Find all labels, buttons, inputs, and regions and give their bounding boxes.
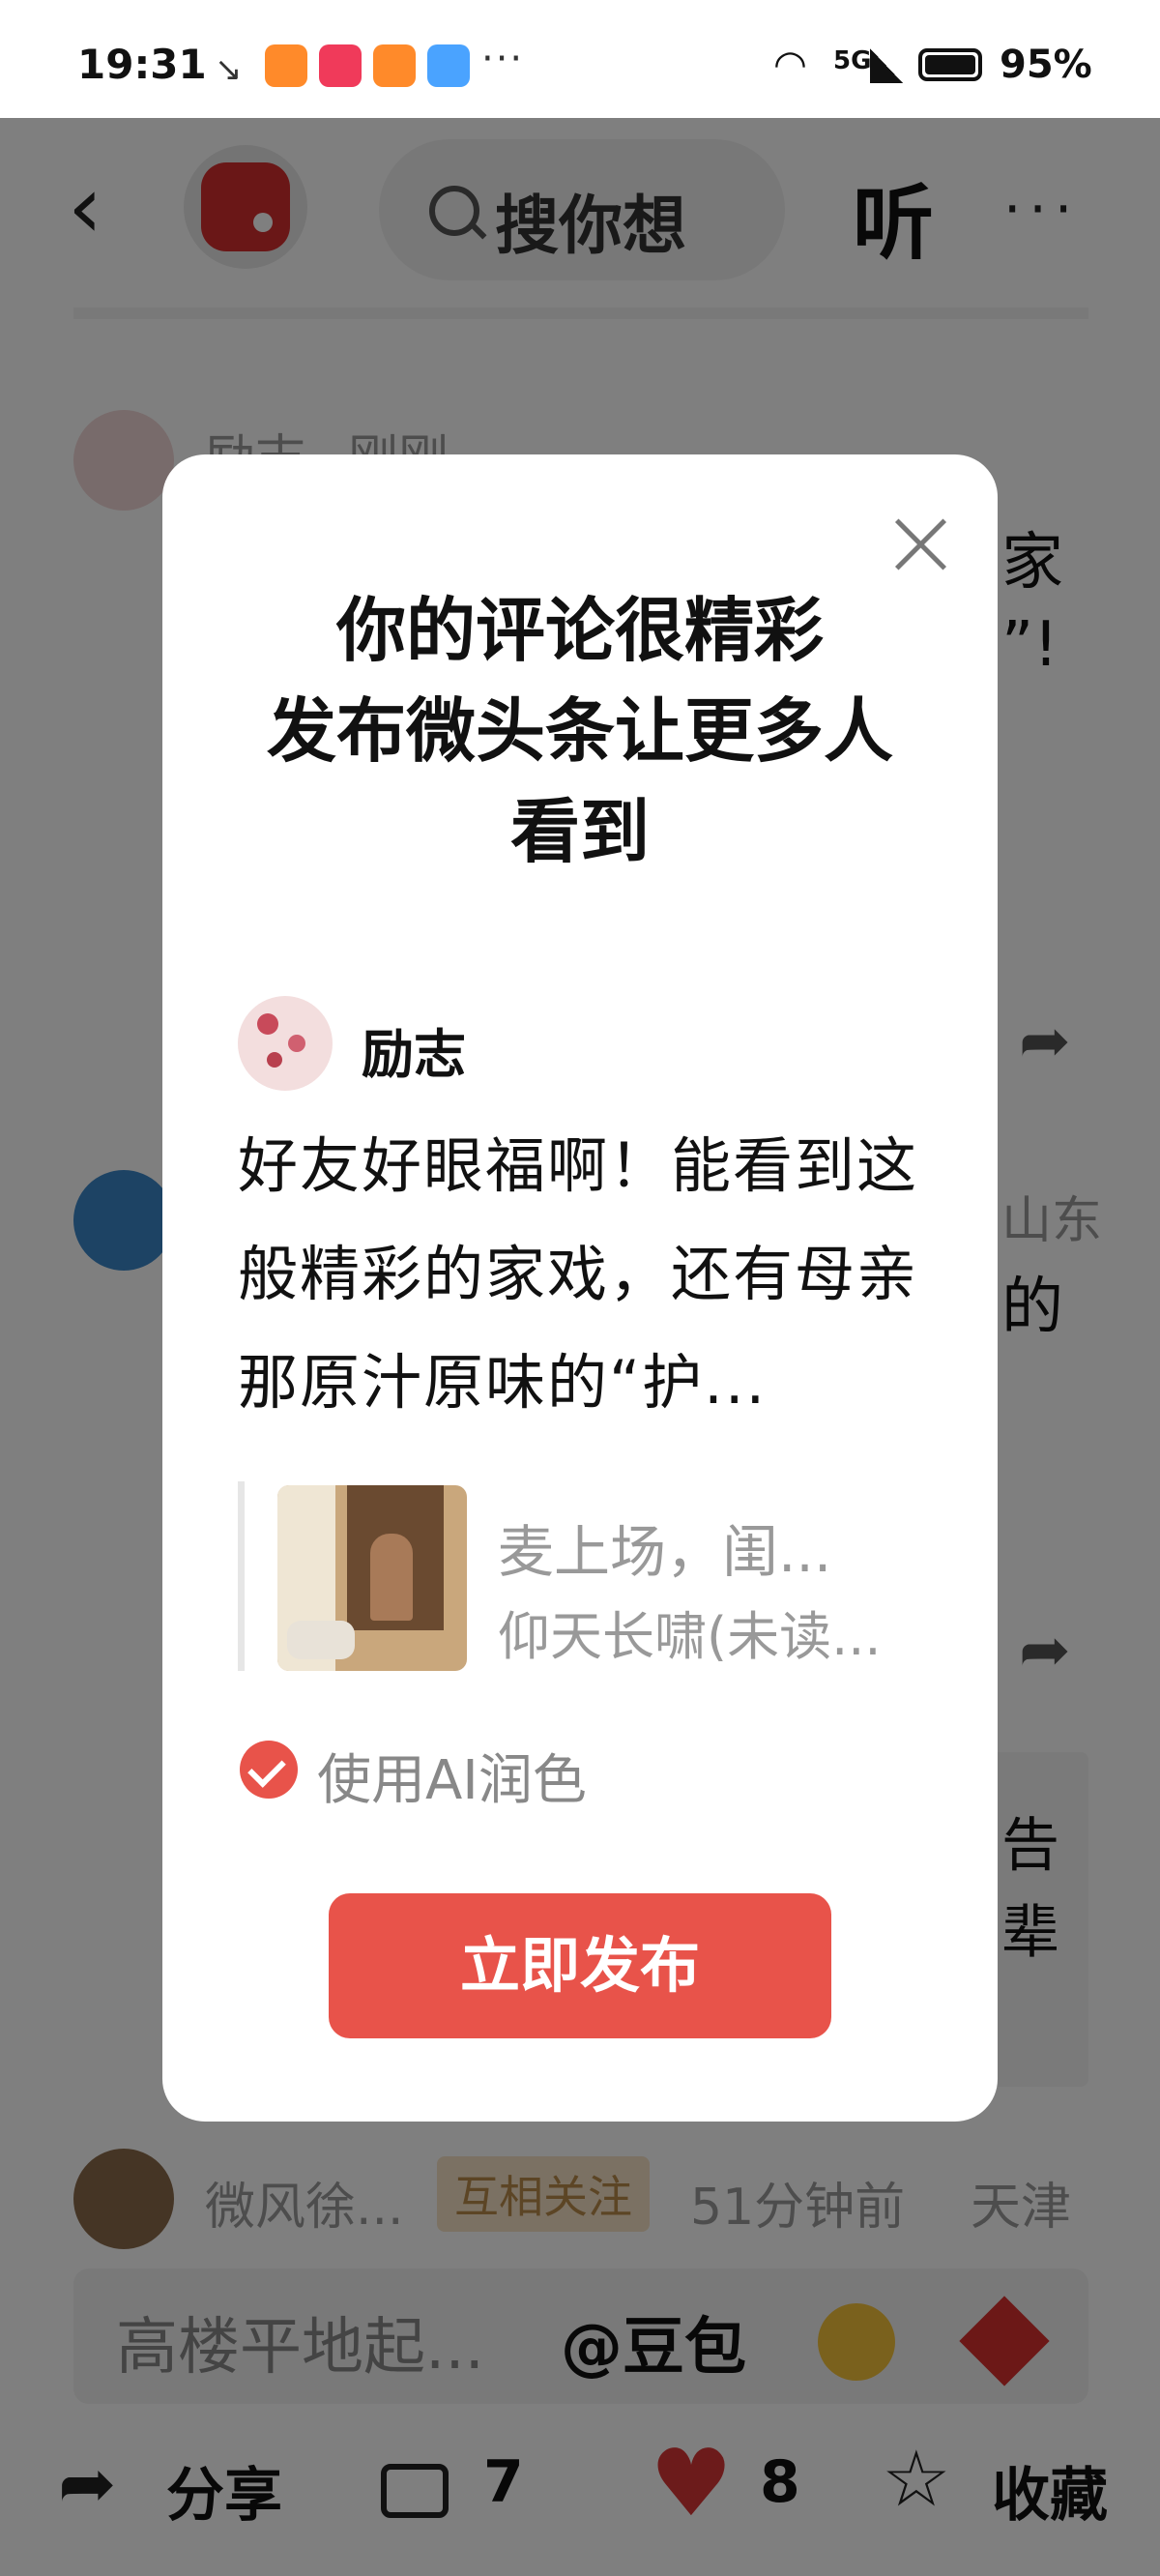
app-618-icon [319,44,362,87]
app-notification-icon [265,44,307,87]
publish-button[interactable]: 立即发布 [329,1893,831,2038]
status-time: 19:31 [77,41,207,88]
wifi-icon: ◠ [773,43,807,87]
dialog-title-line: 发布微头条让更多人 [266,690,893,772]
author-name: 励志 [362,1024,466,1085]
dialog-title-line: 看到 [509,791,650,872]
app-notification-icon [373,44,416,87]
status-bar: 19:31 ↘ ··· ◠ 5G 95% [0,0,1160,118]
article-thumbnail [277,1485,467,1671]
publish-dialog: 你的评论很精彩 发布微头条让更多人 看到 励志 好友好眼福啊！能看到这般精彩的家… [162,454,998,2122]
quoted-article: 麦上场，闺... 仰天长啸(未读... [238,1481,941,1671]
comment-preview: 好友好眼福啊！能看到这般精彩的家戏，还有母亲那原汁原味的“护... [238,1130,919,1418]
dialog-title-line: 你的评论很精彩 [335,590,824,671]
signal-icon [870,48,903,83]
battery-icon [918,48,982,81]
dialog-title: 你的评论很精彩 发布微头条让更多人 看到 [220,580,940,882]
article-author: 仰天长啸(未读... [498,1606,882,1667]
battery-level: 95% [1000,43,1092,87]
more-notifications-icon: ··· [481,37,525,81]
network-type: 5G [833,46,872,75]
app-browser-icon [427,44,470,87]
close-icon[interactable] [891,514,949,572]
author-avatar [238,996,333,1091]
article-title: 麦上场，闺... [498,1519,832,1585]
ai-polish-label[interactable]: 使用AI润色 [317,1737,587,1815]
ai-polish-checkbox[interactable] [240,1741,298,1799]
missed-call-icon: ↘ [215,50,243,89]
